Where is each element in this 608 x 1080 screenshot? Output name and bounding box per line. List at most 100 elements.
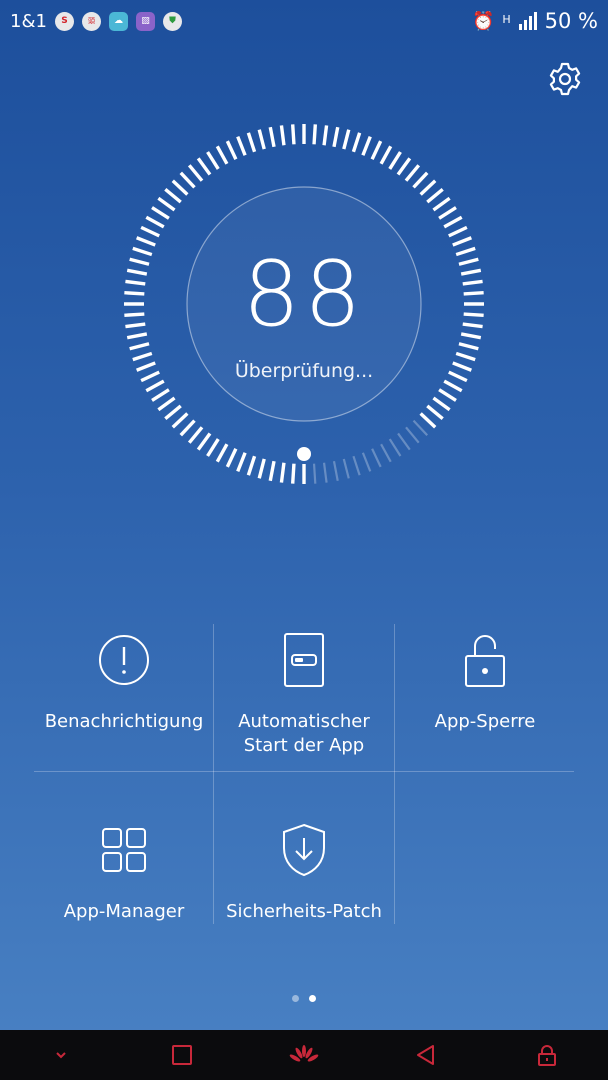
gauge-tick-filled xyxy=(151,388,170,402)
gauge-tick-empty xyxy=(361,452,372,472)
home-button[interactable] xyxy=(274,1030,334,1080)
lock-icon xyxy=(463,628,507,692)
gauge-tick-filled xyxy=(157,196,176,212)
back-icon xyxy=(416,1045,434,1065)
gauge-tick-filled xyxy=(432,196,451,212)
tile-app-lock[interactable]: App-Sperre xyxy=(395,628,575,734)
gauge-tick-filled xyxy=(426,187,444,204)
gauge-tick-filled xyxy=(145,215,165,229)
gauge-tick-filled xyxy=(268,126,276,148)
tile-security-patch[interactable]: Sicherheits-Patch xyxy=(214,818,394,924)
gauge-tick-filled xyxy=(187,164,204,182)
gauge-tick-filled xyxy=(246,132,257,153)
alert-icon xyxy=(98,628,150,692)
gauge-tick-filled xyxy=(361,136,372,156)
gauge-tick-filled xyxy=(145,379,165,393)
collapse-button[interactable] xyxy=(31,1030,91,1080)
gauge-tick-filled xyxy=(291,463,296,484)
gauge-tick-filled xyxy=(455,351,476,362)
gauge-tick-filled xyxy=(291,124,296,145)
alarm-icon: ⏰ xyxy=(471,10,495,32)
page-dot[interactable] xyxy=(292,995,299,1002)
gauge-tick-filled xyxy=(196,432,212,451)
gauge-tick-filled xyxy=(171,179,189,196)
gauge-tick-filled xyxy=(187,426,204,444)
battery-level: 50 % xyxy=(544,9,598,33)
gauge-tick-filled xyxy=(257,458,266,479)
tile-autostart[interactable]: Automatischer Start der App xyxy=(214,628,394,758)
status-bar: 1&1 S 頭 ☁ ▧ ⛊ ⏰ H 50 % xyxy=(0,0,608,42)
navigation-bar xyxy=(0,1030,608,1080)
shield-icon: ⛊ xyxy=(162,11,182,31)
gauge-tick-empty xyxy=(412,419,429,436)
gauge-tick-filled xyxy=(332,126,340,148)
gauge-tick-filled xyxy=(443,379,463,393)
page-indicator xyxy=(0,995,608,1002)
status-left: 1&1 S 頭 ☁ ▧ ⛊ xyxy=(10,11,182,32)
tile-label: App-Manager xyxy=(63,901,185,922)
grid-divider xyxy=(34,771,574,772)
gauge-tick-filled xyxy=(448,225,468,238)
gauge-tick-filled xyxy=(452,236,472,247)
gauge-tick-filled xyxy=(136,236,156,247)
gauge-tick-filled xyxy=(236,452,247,472)
gauge-tick-filled xyxy=(438,206,457,220)
recents-icon xyxy=(172,1045,193,1065)
grid-icon xyxy=(100,818,148,882)
gauge-tick-filled xyxy=(432,396,451,412)
gauge-tick-empty xyxy=(332,460,339,482)
gauge-tick-filled xyxy=(140,225,160,238)
gauge-tick-empty xyxy=(380,443,392,463)
tile-label: Sicherheits-Patch xyxy=(226,901,382,922)
gauge-tick-filled xyxy=(443,215,463,229)
scan-score: 88 xyxy=(242,242,366,347)
gauge-tick-filled xyxy=(179,171,196,189)
weather-icon: ☁ xyxy=(108,11,128,31)
gauge-tick-filled xyxy=(215,145,229,165)
screen-lock-button[interactable] xyxy=(517,1030,577,1080)
tile-label: App-Sperre xyxy=(434,711,536,732)
gauge-tick-filled xyxy=(312,124,317,145)
back-button[interactable] xyxy=(396,1030,456,1080)
gauge-tick-filled xyxy=(215,443,229,463)
gauge-tick-filled xyxy=(164,404,182,421)
network-type: H xyxy=(502,13,511,26)
tools-grid: Benachrichtigung Automatischer Start der… xyxy=(34,624,574,924)
gauge-tick-filled xyxy=(351,132,362,153)
gauge-tick-filled xyxy=(236,136,247,156)
lock-icon xyxy=(538,1045,557,1066)
gauge-tick-filled xyxy=(379,145,393,165)
gauge-tick-filled xyxy=(412,171,429,189)
shopping-icon: S xyxy=(54,11,74,31)
gauge-tick-filled xyxy=(388,151,402,170)
news-icon: 頭 xyxy=(81,11,101,31)
gauge-tick-filled xyxy=(404,164,421,182)
gauge-tick-filled xyxy=(225,448,238,468)
gauge-tick-empty xyxy=(352,455,361,476)
scan-status: Überprüfung... xyxy=(234,360,374,382)
gauge-progress-marker xyxy=(297,447,311,461)
gauge-tick-filled xyxy=(132,351,153,362)
gear-icon xyxy=(549,62,581,96)
gauge-tick-filled xyxy=(322,125,329,146)
gauge-tick-filled xyxy=(164,187,182,204)
gauge-tick-filled xyxy=(438,388,457,402)
page-dot-active[interactable] xyxy=(309,995,316,1002)
gauge-tick-empty xyxy=(388,438,402,457)
gauge-tick-filled xyxy=(246,455,257,476)
tile-app-manager[interactable]: App-Manager xyxy=(34,818,214,924)
tile-label: Automatischer Start der App xyxy=(238,711,370,756)
settings-button[interactable] xyxy=(546,60,584,98)
gauge-tick-filled xyxy=(396,157,412,176)
gauge-tick-empty xyxy=(397,432,411,451)
home-logo-icon xyxy=(289,1045,319,1062)
tile-notifications[interactable]: Benachrichtigung xyxy=(34,628,214,734)
recents-button[interactable] xyxy=(152,1030,212,1080)
gauge-tick-empty xyxy=(322,462,328,483)
gauge-tick-empty xyxy=(312,463,317,484)
gauge-tick-filled xyxy=(419,412,437,429)
shield-download-icon xyxy=(281,818,327,882)
gauge-tick-filled xyxy=(206,151,220,170)
gauge-tick-filled xyxy=(151,206,170,220)
gauge-tick-filled xyxy=(426,404,444,421)
